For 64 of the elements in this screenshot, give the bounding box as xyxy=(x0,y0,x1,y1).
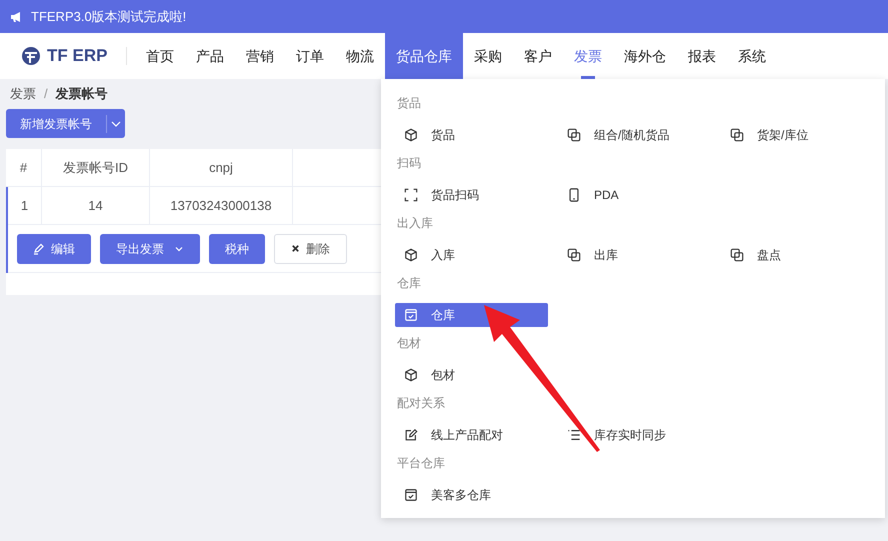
menu-section-title: 平台仓库 xyxy=(397,456,445,470)
megaphone-icon xyxy=(10,10,23,22)
nav-item[interactable]: 订单 xyxy=(285,33,335,79)
edit-icon xyxy=(404,428,418,442)
menu-section-title: 扫码 xyxy=(397,156,421,170)
copy-icon xyxy=(567,248,581,262)
menu-item[interactable]: 入库 xyxy=(395,243,548,267)
checkbox-icon xyxy=(404,488,418,502)
column-header: cnpj xyxy=(209,158,233,177)
cube-icon xyxy=(404,248,418,262)
announcement-text: TFERP3.0版本测试完成啦! xyxy=(31,8,186,26)
nav-item[interactable]: 物流 xyxy=(335,33,385,79)
checkbox-icon xyxy=(404,308,418,322)
table-cell-text: 14 xyxy=(88,196,103,215)
nav-item[interactable]: 营销 xyxy=(235,33,285,79)
column-header: 发票帐号ID xyxy=(63,158,128,177)
menu-item[interactable]: 包材 xyxy=(395,363,548,387)
menu-section-title: 配对关系 xyxy=(397,396,445,410)
menu-section-title: 仓库 xyxy=(397,276,421,290)
nav-item[interactable]: 系统 xyxy=(727,33,777,79)
menu-item[interactable]: 线上产品配对 xyxy=(395,423,548,447)
add-account-button[interactable]: 新增发票帐号 xyxy=(6,109,125,138)
menu-item[interactable]: 组合/随机货品 xyxy=(558,123,711,147)
scan-icon xyxy=(404,188,418,202)
close-icon xyxy=(291,244,300,253)
cube-icon xyxy=(404,128,418,142)
menu-item[interactable]: 美客多仓库 xyxy=(395,483,548,507)
phone-icon xyxy=(567,188,581,202)
copy-icon xyxy=(567,128,581,142)
nav-item[interactable]: 采购 xyxy=(463,33,513,79)
table-cell-text: 1 xyxy=(20,196,28,215)
menu-item[interactable]: PDA xyxy=(558,183,711,207)
edit-button[interactable]: 编辑 xyxy=(17,234,91,264)
tax-button[interactable]: 税种 xyxy=(209,234,265,264)
menu-section-title: 包材 xyxy=(397,336,421,350)
delete-button[interactable]: 删除 xyxy=(274,234,347,264)
logo-icon xyxy=(21,46,41,66)
nav-item[interactable]: 首页 xyxy=(135,33,185,79)
copy-icon xyxy=(730,248,744,262)
menu-section-title: 货品 xyxy=(397,96,421,110)
list-icon xyxy=(567,428,581,442)
breadcrumb-separator: / xyxy=(44,85,48,104)
table-cell-text: 13703243000138 xyxy=(170,196,272,215)
nav-item[interactable]: 货品仓库 xyxy=(385,33,463,79)
export-button[interactable]: 导出发票 xyxy=(100,234,200,264)
nav-item[interactable]: 海外仓 xyxy=(613,33,677,79)
logo-text: TF ERP xyxy=(47,45,108,68)
breadcrumb-item: 发票帐号 xyxy=(56,85,108,104)
nav-item[interactable]: 客户 xyxy=(513,33,563,79)
pencil-icon xyxy=(33,242,45,254)
menu-item[interactable]: 货品扫码 xyxy=(395,183,548,207)
cube-icon xyxy=(404,368,418,382)
menu-item[interactable]: 库存实时同步 xyxy=(558,423,711,447)
breadcrumb-item[interactable]: 发票 xyxy=(10,84,36,104)
menu-item[interactable]: 出库 xyxy=(558,243,711,267)
nav-item[interactable]: 报表 xyxy=(677,33,727,79)
menu-item[interactable]: 货品 xyxy=(395,123,548,147)
nav-item[interactable]: 产品 xyxy=(185,33,235,79)
nav-item[interactable]: 发票 xyxy=(563,33,613,79)
menu-item[interactable]: 货架/库位 xyxy=(721,123,874,147)
column-header: # xyxy=(20,158,28,177)
menu-item[interactable]: 盘点 xyxy=(721,243,874,267)
menu-section-title: 出入库 xyxy=(397,216,433,230)
copy-icon xyxy=(730,128,744,142)
